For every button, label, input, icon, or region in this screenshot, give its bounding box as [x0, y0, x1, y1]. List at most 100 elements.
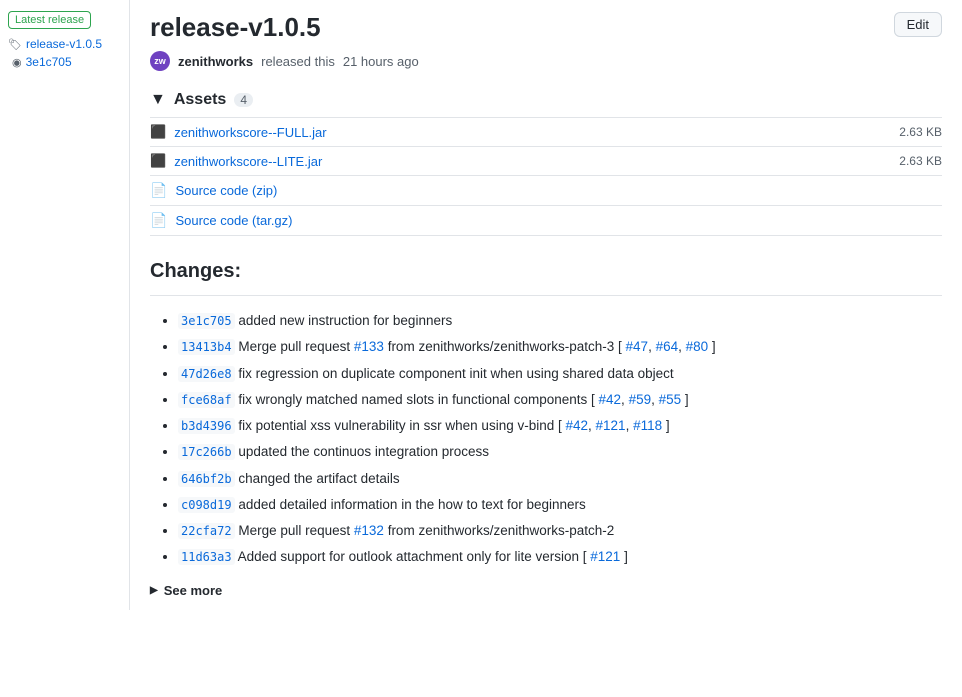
asset-link[interactable]: zenithworkscore--FULL.jar: [174, 125, 326, 140]
list-item: 47d26e8 fix regression on duplicate comp…: [178, 361, 942, 387]
ref-link[interactable]: #55: [659, 392, 682, 407]
sidebar-tag-label: release-v1.0.5: [26, 37, 102, 51]
changes-title: Changes:: [150, 260, 942, 283]
commit-message: Merge pull request: [235, 523, 354, 538]
refs-suffix: ]: [662, 418, 670, 433]
ref-link[interactable]: #42: [565, 418, 588, 433]
commit-icon: ◉: [12, 56, 22, 69]
refs-suffix: ]: [681, 392, 689, 407]
sidebar-commit[interactable]: ◉ 3e1c705: [8, 55, 121, 69]
tag-icon: 🏷: [8, 38, 22, 51]
chevron-right-icon: ▶: [150, 585, 158, 596]
commit-hash-link[interactable]: 11d63a3: [178, 549, 235, 565]
pr-link[interactable]: #132: [354, 523, 384, 538]
commit-message: added detailed information in the how to…: [235, 497, 586, 512]
list-item: 3e1c705 added new instruction for beginn…: [178, 308, 942, 334]
asset-item: 📄 Source code (tar.gz): [150, 205, 942, 236]
ref-separator: ,: [588, 418, 596, 433]
asset-item: 📄 Source code (zip): [150, 175, 942, 205]
ref-link[interactable]: #59: [629, 392, 652, 407]
assets-section: ▼ Assets 4 ⬛ zenithworkscore--FULL.jar 2.6…: [150, 91, 942, 236]
sidebar: Latest release 🏷 release-v1.0.5 ◉ 3e1c70…: [0, 0, 130, 610]
commit-message: Merge pull request: [235, 339, 354, 354]
file-icon: ⬛: [150, 153, 166, 169]
ref-link[interactable]: #121: [596, 418, 626, 433]
ref-link[interactable]: #118: [633, 418, 662, 433]
ref-link[interactable]: #42: [599, 392, 622, 407]
ref-separator: ,: [626, 418, 634, 433]
list-item: 22cfa72 Merge pull request #132 from zen…: [178, 518, 942, 544]
list-item: b3d4396 fix potential xss vulnerability …: [178, 413, 942, 439]
asset-link[interactable]: Source code (tar.gz): [175, 213, 292, 228]
asset-size: 2.63 KB: [899, 154, 942, 168]
commit-hash-link[interactable]: fce68af: [178, 392, 235, 408]
release-title: release-v1.0.5: [150, 12, 321, 43]
commit-hash-link[interactable]: 47d26e8: [178, 366, 235, 382]
release-header: release-v1.0.5 Edit: [150, 12, 942, 43]
asset-item: ⬛ zenithworkscore--FULL.jar 2.63 KB: [150, 117, 942, 146]
release-meta: zw zenithworks released this 21 hours ag…: [150, 51, 942, 71]
list-item: c098d19 added detailed information in th…: [178, 492, 942, 518]
commit-message-2: from zenithworks/zenithworks-patch-3 [: [384, 339, 626, 354]
list-item: 646bf2b changed the artifact details: [178, 466, 942, 492]
commit-hash-link[interactable]: b3d4396: [178, 418, 235, 434]
commit-message: changed the artifact details: [235, 471, 400, 486]
assets-chevron-icon: ▼: [150, 91, 166, 109]
release-time: 21 hours ago: [343, 54, 419, 69]
pr-link[interactable]: #133: [354, 339, 384, 354]
commit-message: fix potential xss vulnerability in ssr w…: [235, 418, 566, 433]
see-more[interactable]: ▶ See more: [150, 583, 942, 598]
sidebar-commit-label: 3e1c705: [26, 55, 72, 69]
commit-hash-link[interactable]: 13413b4: [178, 339, 235, 355]
commit-hash-link[interactable]: c098d19: [178, 497, 235, 513]
changes-list: 3e1c705 added new instruction for beginn…: [150, 308, 942, 571]
assets-count: 4: [234, 93, 253, 107]
commit-message: fix wrongly matched named slots in funct…: [235, 392, 599, 407]
author-link[interactable]: zenithworks: [178, 54, 253, 69]
list-item: fce68af fix wrongly matched named slots …: [178, 387, 942, 413]
asset-left: ⬛ zenithworkscore--LITE.jar: [150, 153, 322, 169]
assets-title: Assets: [174, 91, 226, 109]
changes-section: Changes: 3e1c705 added new instruction f…: [150, 260, 942, 598]
refs-suffix: ]: [708, 339, 716, 354]
ref-link[interactable]: #80: [686, 339, 709, 354]
commit-message: fix regression on duplicate component in…: [235, 366, 674, 381]
ref-separator: ,: [648, 339, 656, 354]
ref-separator: ,: [621, 392, 629, 407]
asset-link[interactable]: Source code (zip): [175, 183, 277, 198]
file-icon: 📄: [150, 212, 167, 229]
ref-link[interactable]: #121: [590, 549, 620, 564]
asset-left: 📄 Source code (tar.gz): [150, 212, 293, 229]
commit-hash-link[interactable]: 646bf2b: [178, 471, 235, 487]
commit-message-2: from zenithworks/zenithworks-patch-2: [384, 523, 614, 538]
main-content: release-v1.0.5 Edit zw zenithworks relea…: [130, 0, 962, 610]
ref-link[interactable]: #64: [656, 339, 679, 354]
assets-header[interactable]: ▼ Assets 4: [150, 91, 942, 109]
latest-release-badge: Latest release: [8, 11, 91, 29]
commit-hash-link[interactable]: 17c266b: [178, 444, 235, 460]
asset-item: ⬛ zenithworkscore--LITE.jar 2.63 KB: [150, 146, 942, 175]
asset-left: 📄 Source code (zip): [150, 182, 277, 199]
commit-message: added new instruction for beginners: [235, 313, 453, 328]
ref-separator: ,: [651, 392, 659, 407]
list-item: 13413b4 Merge pull request #133 from zen…: [178, 334, 942, 360]
asset-link[interactable]: zenithworkscore--LITE.jar: [174, 154, 322, 169]
asset-left: ⬛ zenithworkscore--FULL.jar: [150, 124, 327, 140]
commit-hash-link[interactable]: 22cfa72: [178, 523, 235, 539]
divider: [150, 295, 942, 296]
sidebar-tag[interactable]: 🏷 release-v1.0.5: [8, 37, 121, 51]
list-item: 11d63a3 Added support for outlook attach…: [178, 544, 942, 570]
release-action: released this: [261, 54, 335, 69]
see-more-label: See more: [164, 583, 223, 598]
asset-size: 2.63 KB: [899, 125, 942, 139]
commit-hash-link[interactable]: 3e1c705: [178, 313, 235, 329]
refs-suffix: ]: [620, 549, 628, 564]
file-icon: 📄: [150, 182, 167, 199]
file-icon: ⬛: [150, 124, 166, 140]
commit-message: Added support for outlook attachment onl…: [235, 549, 591, 564]
ref-separator: ,: [678, 339, 686, 354]
assets-list: ⬛ zenithworkscore--FULL.jar 2.63 KB ⬛ zenith…: [150, 117, 942, 236]
edit-button[interactable]: Edit: [894, 12, 942, 37]
commit-message: updated the continuos integration proces…: [235, 444, 489, 459]
ref-link[interactable]: #47: [626, 339, 649, 354]
